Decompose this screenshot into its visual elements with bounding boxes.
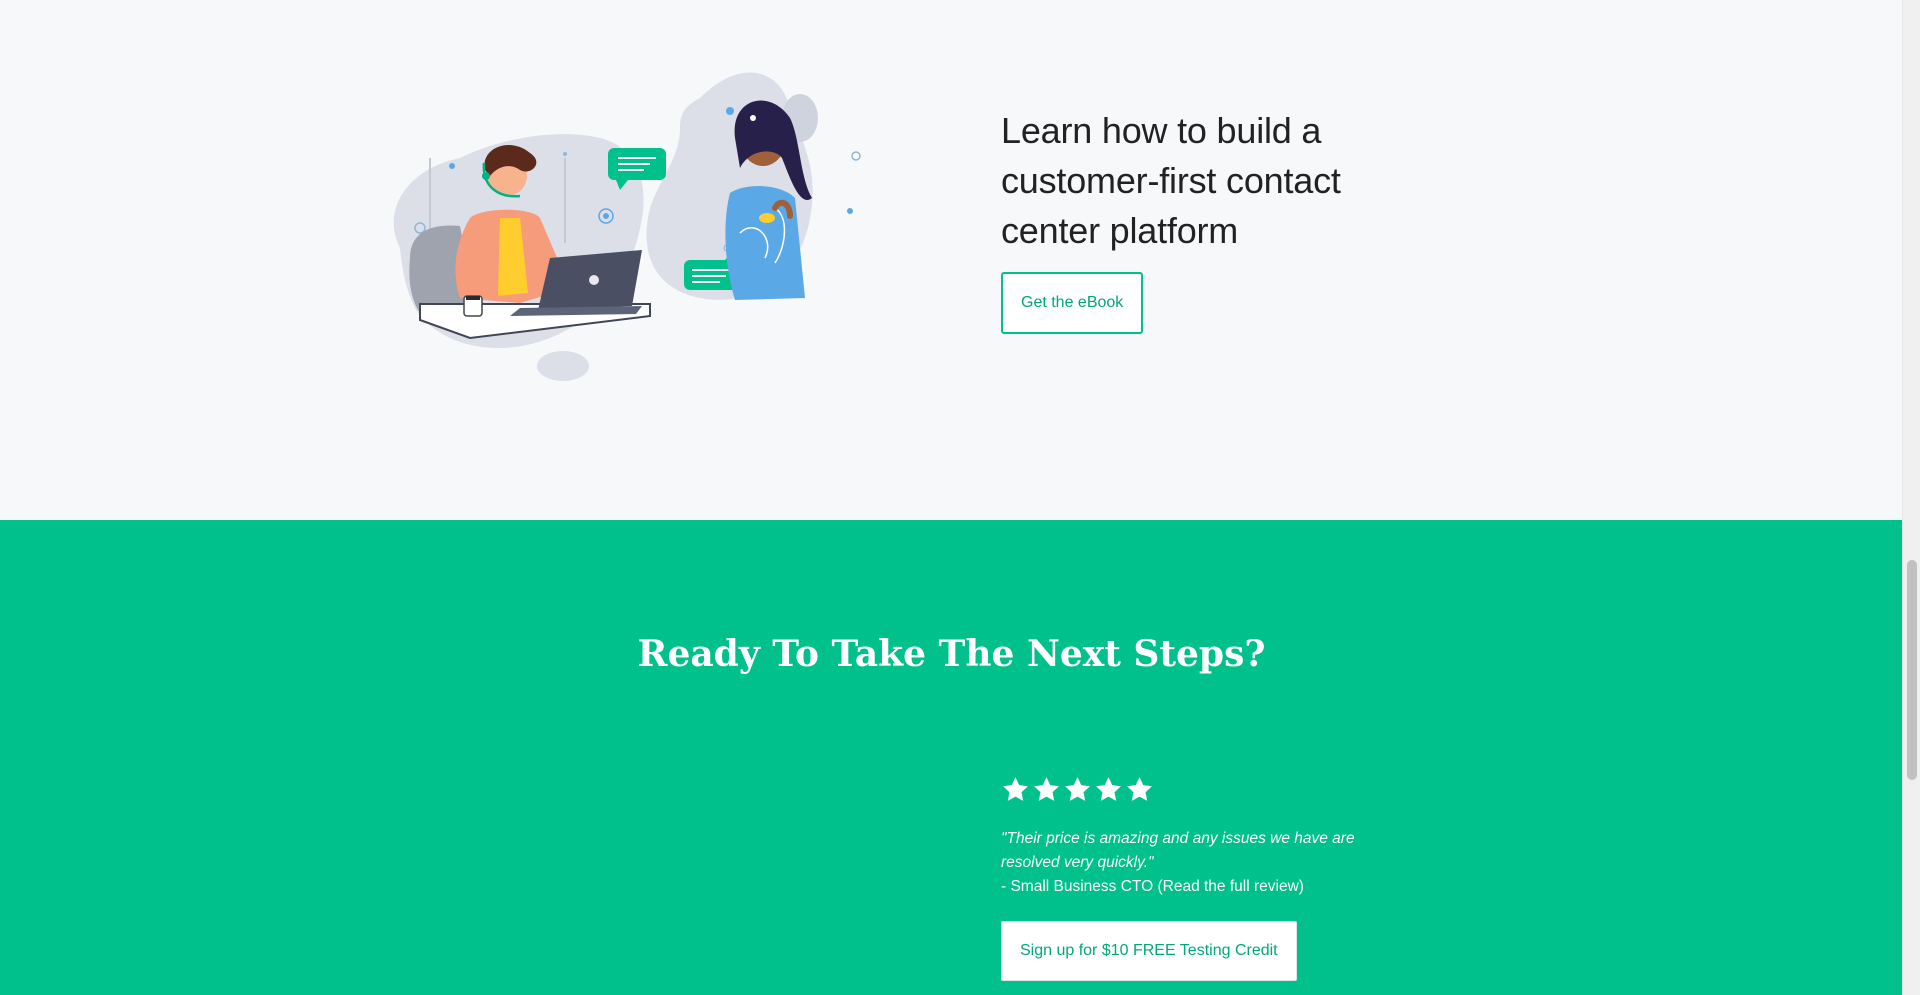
customer-review: "Their price is amazing and any issues w… [1001,775,1421,981]
promo-heading-line: Learn how to build a [1001,110,1322,151]
ebook-promo-section: Learn how to build a customer-first cont… [0,0,1903,520]
contact-center-illustration [393,72,861,381]
vertical-scrollbar[interactable] [1902,0,1920,995]
get-ebook-button[interactable]: Get the eBook [1001,272,1144,334]
signup-free-credit-button[interactable]: Sign up for $10 FREE Testing Credit [1001,921,1297,981]
promo-heading: Learn how to build a customer-first cont… [1001,106,1421,256]
star-icon [1065,777,1090,801]
review-quote-line: resolved very quickly." [1001,854,1154,871]
star-icon [1127,777,1152,801]
promo-heading-line: center platform [1001,210,1239,251]
cta-title: Ready To Take The Next Steps? [637,633,1266,675]
ebook-promo: Learn how to build a customer-first cont… [1001,106,1421,334]
review-quote: "Their price is amazing and any issues w… [1001,827,1421,875]
next-steps-section: Ready To Take The Next Steps? "Their pri… [0,520,1903,995]
page: Learn how to build a customer-first cont… [0,0,1920,995]
star-icon [1003,777,1028,801]
review-attribution-link[interactable]: - Small Business CTO (Read the full revi… [1001,875,1421,899]
star-rating [1001,775,1421,807]
star-icon [1096,777,1121,801]
promo-heading-line: customer-first contact [1001,160,1341,201]
star-icon [1034,777,1059,801]
review-quote-line: "Their price is amazing and any issues w… [1001,830,1355,847]
scrollbar-thumb[interactable] [1907,560,1917,780]
